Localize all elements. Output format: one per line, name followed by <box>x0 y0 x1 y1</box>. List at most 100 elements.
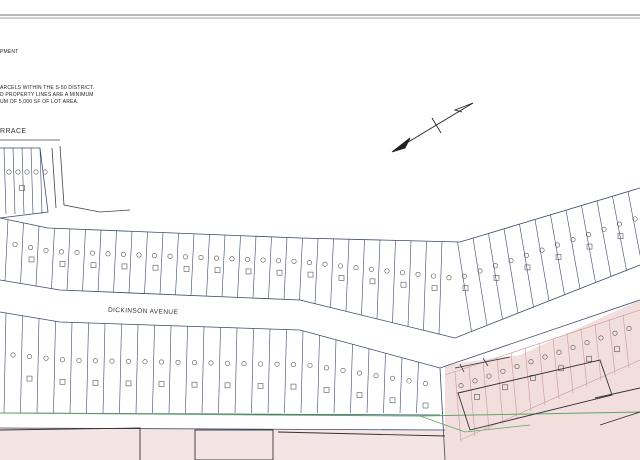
house-footprint-icon <box>389 397 396 404</box>
tree-icon <box>340 368 346 374</box>
tree-icon <box>229 256 235 262</box>
tree-icon <box>74 250 80 256</box>
lot-line <box>376 239 381 319</box>
lot-line <box>190 233 195 296</box>
house-footprint-icon <box>369 278 376 285</box>
tree-icon <box>167 253 173 259</box>
lot-line <box>399 357 403 414</box>
lot-line <box>12 147 16 215</box>
lot-line <box>345 239 350 312</box>
lot-line <box>128 231 133 293</box>
lot-line <box>283 237 288 300</box>
lot-line <box>221 235 226 297</box>
shaded-lower-band <box>0 428 445 460</box>
lot-line <box>267 328 271 414</box>
lot-line <box>102 323 106 414</box>
street-label-terrace: RRACE <box>0 128 27 135</box>
tree-icon <box>353 265 359 271</box>
lot-line <box>299 238 303 300</box>
lot-line <box>366 348 370 414</box>
tree-icon <box>126 358 132 364</box>
lot-line <box>596 200 612 277</box>
tree-icon <box>257 361 263 367</box>
lot-line <box>534 219 550 301</box>
house-footprint-icon <box>493 275 500 281</box>
house-footprint-icon <box>152 264 159 271</box>
tree-icon <box>290 362 296 368</box>
lot-line <box>135 324 139 414</box>
note-line-4: UM OF 5,000 SF OF LOT AREA. <box>0 99 79 105</box>
house-footprint-icon <box>121 263 128 270</box>
lot-line <box>519 224 534 308</box>
house-footprint-icon <box>26 375 33 382</box>
house-footprint-icon <box>158 381 165 387</box>
lot-line <box>168 325 172 414</box>
lot-line <box>3 147 7 215</box>
lot-line <box>82 229 86 291</box>
tree-icon <box>6 169 12 175</box>
tree-icon <box>245 256 251 262</box>
house-footprint-icon <box>276 269 283 276</box>
tree-icon <box>406 378 412 384</box>
tree-icon <box>27 244 33 250</box>
tree-icon <box>260 257 266 263</box>
lot-line <box>21 147 25 215</box>
tree-icon <box>12 241 18 247</box>
tree-icon <box>33 169 39 175</box>
lot-line <box>565 210 581 289</box>
tree-icon <box>136 252 142 258</box>
house-footprint-icon <box>28 256 35 263</box>
tree-icon <box>59 357 65 363</box>
house-footprint-icon <box>555 254 562 260</box>
house-footprint-icon <box>59 261 66 267</box>
lot-line <box>20 315 23 414</box>
lot-line <box>503 228 519 314</box>
tree-icon <box>389 375 395 381</box>
tree-icon <box>323 365 329 371</box>
lot-line <box>66 228 71 291</box>
site-plan-sheet: PMENT ARCELS WITHIN THE S-50 DISTRICT. D… <box>0 0 640 460</box>
house-footprint-icon <box>524 264 531 271</box>
house-footprint-icon <box>338 275 345 281</box>
tree-icon <box>337 263 343 269</box>
lot-line <box>218 327 221 414</box>
tree-icon <box>415 271 421 277</box>
lot-line <box>423 241 427 331</box>
lot-line <box>472 238 488 326</box>
north-arrow-icon <box>391 102 474 153</box>
house-footprint-icon <box>19 185 25 191</box>
lot-line <box>333 339 337 414</box>
lot-line <box>201 326 205 414</box>
lot-line <box>314 238 319 304</box>
tree-icon <box>368 266 374 272</box>
tree-icon <box>90 250 96 256</box>
tree-icon <box>208 360 214 366</box>
tree-icon <box>399 270 405 276</box>
title-border <box>0 14 640 19</box>
tree-icon <box>24 169 30 175</box>
house-footprint-icon <box>191 381 198 388</box>
tree-icon <box>373 373 379 379</box>
lot-line <box>69 322 73 414</box>
tree-icon <box>307 362 313 368</box>
lot-line <box>251 328 254 414</box>
tree-icon <box>142 359 148 365</box>
lot-line <box>392 240 396 323</box>
tree-icon <box>109 358 115 364</box>
house-footprint-icon <box>323 387 330 393</box>
lot-line <box>36 318 40 414</box>
note-line-2: ARCELS WITHIN THE S-50 DISTRICT. <box>0 85 95 91</box>
lot-line <box>284 329 287 414</box>
lot-line <box>237 235 241 298</box>
lot-line <box>416 362 419 414</box>
note-line-3: D PROPERTY LINES ARE A MINIMUM <box>0 92 94 98</box>
tree-icon <box>26 354 32 360</box>
lot-line <box>51 228 55 289</box>
lot-line <box>300 330 304 414</box>
house-footprint-icon <box>125 380 132 387</box>
tree-icon <box>198 255 204 261</box>
house-footprint-icon <box>462 285 469 292</box>
terrace-side-parcel <box>51 145 131 213</box>
tree-icon <box>241 361 247 367</box>
tree-icon <box>306 260 312 266</box>
